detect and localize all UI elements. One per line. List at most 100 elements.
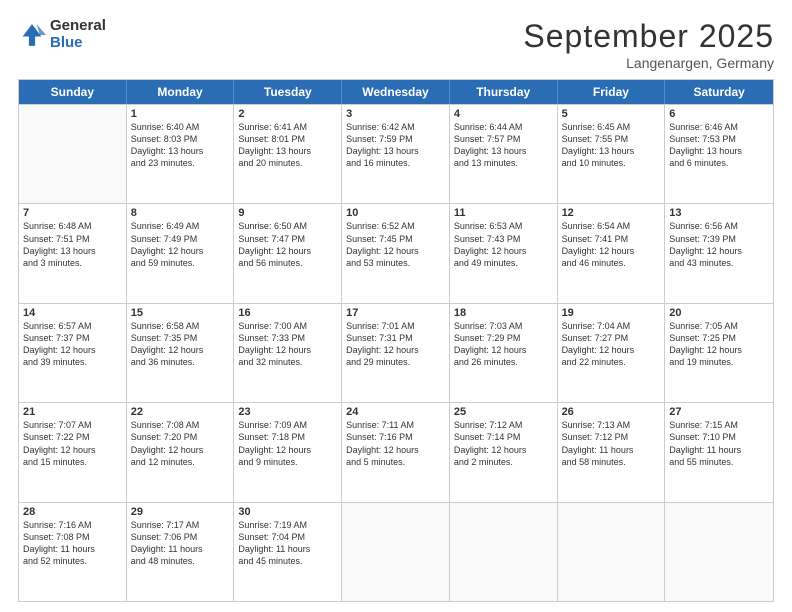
day-number: 9 [238, 207, 337, 219]
cal-cell-22: 22Sunrise: 7:08 AM Sunset: 7:20 PM Dayli… [127, 403, 235, 501]
cell-sun-info: Sunrise: 6:40 AM Sunset: 8:03 PM Dayligh… [131, 121, 230, 170]
calendar-body: 1Sunrise: 6:40 AM Sunset: 8:03 PM Daylig… [19, 104, 773, 601]
cal-cell-19: 19Sunrise: 7:04 AM Sunset: 7:27 PM Dayli… [558, 304, 666, 402]
day-number: 16 [238, 307, 337, 319]
day-number: 15 [131, 307, 230, 319]
cell-sun-info: Sunrise: 7:16 AM Sunset: 7:08 PM Dayligh… [23, 519, 122, 568]
cell-sun-info: Sunrise: 7:13 AM Sunset: 7:12 PM Dayligh… [562, 419, 661, 468]
day-number: 19 [562, 307, 661, 319]
cell-sun-info: Sunrise: 7:08 AM Sunset: 7:20 PM Dayligh… [131, 419, 230, 468]
calendar-row-2: 14Sunrise: 6:57 AM Sunset: 7:37 PM Dayli… [19, 303, 773, 402]
cell-sun-info: Sunrise: 6:49 AM Sunset: 7:49 PM Dayligh… [131, 220, 230, 269]
day-number: 24 [346, 406, 445, 418]
cal-cell-8: 8Sunrise: 6:49 AM Sunset: 7:49 PM Daylig… [127, 204, 235, 302]
cell-sun-info: Sunrise: 7:17 AM Sunset: 7:06 PM Dayligh… [131, 519, 230, 568]
weekday-header-sunday: Sunday [19, 80, 127, 104]
cal-cell-11: 11Sunrise: 6:53 AM Sunset: 7:43 PM Dayli… [450, 204, 558, 302]
logo-text: General Blue [50, 18, 106, 51]
cal-cell-26: 26Sunrise: 7:13 AM Sunset: 7:12 PM Dayli… [558, 403, 666, 501]
weekday-header-saturday: Saturday [665, 80, 773, 104]
cell-sun-info: Sunrise: 7:11 AM Sunset: 7:16 PM Dayligh… [346, 419, 445, 468]
day-number: 14 [23, 307, 122, 319]
cell-sun-info: Sunrise: 6:48 AM Sunset: 7:51 PM Dayligh… [23, 220, 122, 269]
cell-sun-info: Sunrise: 7:01 AM Sunset: 7:31 PM Dayligh… [346, 320, 445, 369]
cal-cell-empty-4-5 [558, 503, 666, 601]
day-number: 21 [23, 406, 122, 418]
day-number: 4 [454, 108, 553, 120]
cal-cell-18: 18Sunrise: 7:03 AM Sunset: 7:29 PM Dayli… [450, 304, 558, 402]
day-number: 30 [238, 506, 337, 518]
day-number: 28 [23, 506, 122, 518]
day-number: 23 [238, 406, 337, 418]
cal-cell-30: 30Sunrise: 7:19 AM Sunset: 7:04 PM Dayli… [234, 503, 342, 601]
cell-sun-info: Sunrise: 6:54 AM Sunset: 7:41 PM Dayligh… [562, 220, 661, 269]
cal-cell-23: 23Sunrise: 7:09 AM Sunset: 7:18 PM Dayli… [234, 403, 342, 501]
cell-sun-info: Sunrise: 6:58 AM Sunset: 7:35 PM Dayligh… [131, 320, 230, 369]
cal-cell-29: 29Sunrise: 7:17 AM Sunset: 7:06 PM Dayli… [127, 503, 235, 601]
day-number: 17 [346, 307, 445, 319]
location-text: Langenargen, Germany [523, 55, 774, 71]
cal-cell-6: 6Sunrise: 6:46 AM Sunset: 7:53 PM Daylig… [665, 105, 773, 203]
logo-icon [18, 21, 46, 49]
cell-sun-info: Sunrise: 6:46 AM Sunset: 7:53 PM Dayligh… [669, 121, 769, 170]
cal-cell-13: 13Sunrise: 6:56 AM Sunset: 7:39 PM Dayli… [665, 204, 773, 302]
cell-sun-info: Sunrise: 7:09 AM Sunset: 7:18 PM Dayligh… [238, 419, 337, 468]
cal-cell-empty-0-0 [19, 105, 127, 203]
day-number: 22 [131, 406, 230, 418]
cal-cell-9: 9Sunrise: 6:50 AM Sunset: 7:47 PM Daylig… [234, 204, 342, 302]
cal-cell-5: 5Sunrise: 6:45 AM Sunset: 7:55 PM Daylig… [558, 105, 666, 203]
cal-cell-21: 21Sunrise: 7:07 AM Sunset: 7:22 PM Dayli… [19, 403, 127, 501]
cell-sun-info: Sunrise: 6:45 AM Sunset: 7:55 PM Dayligh… [562, 121, 661, 170]
weekday-header-thursday: Thursday [450, 80, 558, 104]
day-number: 26 [562, 406, 661, 418]
cal-cell-28: 28Sunrise: 7:16 AM Sunset: 7:08 PM Dayli… [19, 503, 127, 601]
cal-cell-16: 16Sunrise: 7:00 AM Sunset: 7:33 PM Dayli… [234, 304, 342, 402]
cal-cell-empty-4-6 [665, 503, 773, 601]
cell-sun-info: Sunrise: 7:15 AM Sunset: 7:10 PM Dayligh… [669, 419, 769, 468]
day-number: 6 [669, 108, 769, 120]
page-header: General Blue September 2025 Langenargen,… [18, 18, 774, 71]
cal-cell-14: 14Sunrise: 6:57 AM Sunset: 7:37 PM Dayli… [19, 304, 127, 402]
cell-sun-info: Sunrise: 6:44 AM Sunset: 7:57 PM Dayligh… [454, 121, 553, 170]
day-number: 3 [346, 108, 445, 120]
cal-cell-12: 12Sunrise: 6:54 AM Sunset: 7:41 PM Dayli… [558, 204, 666, 302]
cell-sun-info: Sunrise: 6:50 AM Sunset: 7:47 PM Dayligh… [238, 220, 337, 269]
month-title: September 2025 [523, 18, 774, 55]
day-number: 27 [669, 406, 769, 418]
calendar-row-4: 28Sunrise: 7:16 AM Sunset: 7:08 PM Dayli… [19, 502, 773, 601]
cell-sun-info: Sunrise: 6:53 AM Sunset: 7:43 PM Dayligh… [454, 220, 553, 269]
weekday-header-wednesday: Wednesday [342, 80, 450, 104]
cell-sun-info: Sunrise: 7:19 AM Sunset: 7:04 PM Dayligh… [238, 519, 337, 568]
cell-sun-info: Sunrise: 7:05 AM Sunset: 7:25 PM Dayligh… [669, 320, 769, 369]
day-number: 29 [131, 506, 230, 518]
day-number: 5 [562, 108, 661, 120]
day-number: 12 [562, 207, 661, 219]
logo-blue-text: Blue [50, 35, 106, 52]
cell-sun-info: Sunrise: 7:12 AM Sunset: 7:14 PM Dayligh… [454, 419, 553, 468]
cal-cell-empty-4-4 [450, 503, 558, 601]
cal-cell-25: 25Sunrise: 7:12 AM Sunset: 7:14 PM Dayli… [450, 403, 558, 501]
day-number: 25 [454, 406, 553, 418]
day-number: 20 [669, 307, 769, 319]
cal-cell-empty-4-3 [342, 503, 450, 601]
cal-cell-2: 2Sunrise: 6:41 AM Sunset: 8:01 PM Daylig… [234, 105, 342, 203]
cal-cell-24: 24Sunrise: 7:11 AM Sunset: 7:16 PM Dayli… [342, 403, 450, 501]
weekday-header-tuesday: Tuesday [234, 80, 342, 104]
day-number: 7 [23, 207, 122, 219]
cell-sun-info: Sunrise: 6:41 AM Sunset: 8:01 PM Dayligh… [238, 121, 337, 170]
cal-cell-1: 1Sunrise: 6:40 AM Sunset: 8:03 PM Daylig… [127, 105, 235, 203]
calendar-row-3: 21Sunrise: 7:07 AM Sunset: 7:22 PM Dayli… [19, 402, 773, 501]
calendar-grid: SundayMondayTuesdayWednesdayThursdayFrid… [18, 79, 774, 602]
cal-cell-3: 3Sunrise: 6:42 AM Sunset: 7:59 PM Daylig… [342, 105, 450, 203]
logo: General Blue [18, 18, 106, 51]
day-number: 10 [346, 207, 445, 219]
weekday-header-friday: Friday [558, 80, 666, 104]
cal-cell-7: 7Sunrise: 6:48 AM Sunset: 7:51 PM Daylig… [19, 204, 127, 302]
day-number: 18 [454, 307, 553, 319]
cell-sun-info: Sunrise: 7:07 AM Sunset: 7:22 PM Dayligh… [23, 419, 122, 468]
calendar-row-0: 1Sunrise: 6:40 AM Sunset: 8:03 PM Daylig… [19, 104, 773, 203]
calendar-header: SundayMondayTuesdayWednesdayThursdayFrid… [19, 80, 773, 104]
cell-sun-info: Sunrise: 7:00 AM Sunset: 7:33 PM Dayligh… [238, 320, 337, 369]
day-number: 2 [238, 108, 337, 120]
day-number: 8 [131, 207, 230, 219]
